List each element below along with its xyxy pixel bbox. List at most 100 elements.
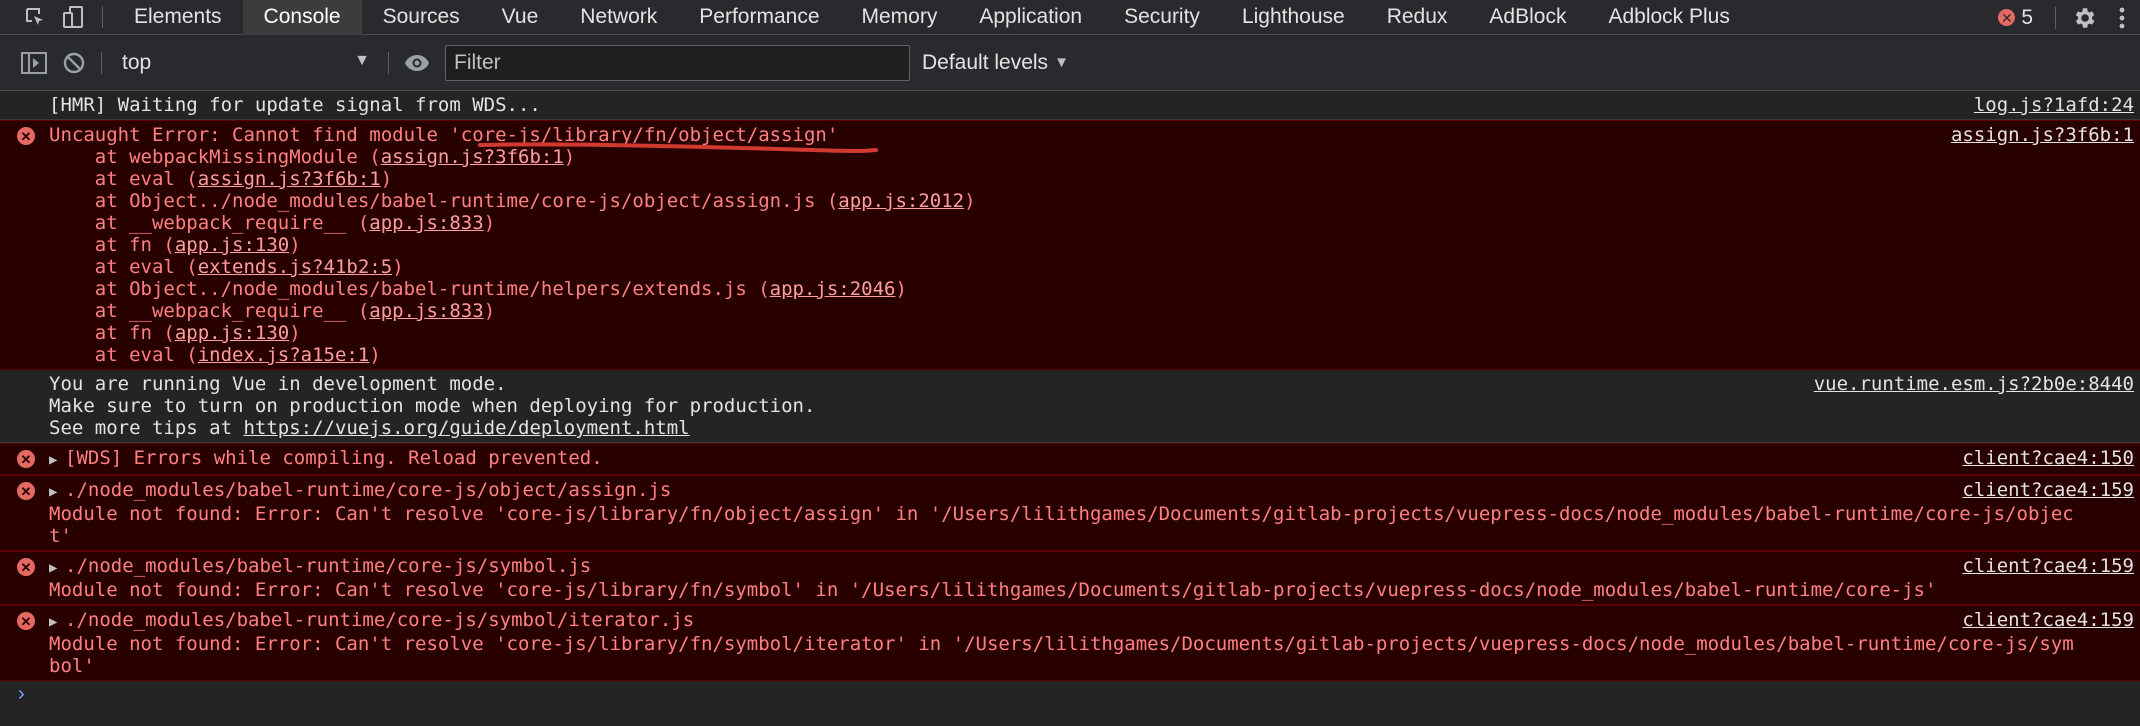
tabbar-right: ✕ 5 — [1984, 0, 2140, 35]
message-line: ▶ [WDS] Errors while compiling. Reload pr… — [49, 447, 2122, 471]
stack-frame-text: ) — [289, 234, 301, 256]
message-text: See more tips at — [49, 417, 244, 439]
stack-frame-text: at Object../node_modules/babel-runtime/h… — [49, 278, 770, 300]
stack-frame-link[interactable]: extends.js?41b2:5 — [198, 256, 392, 278]
stack-frame-link[interactable]: app.js:833 — [369, 212, 483, 234]
stack-frame-link[interactable]: app.js:833 — [369, 300, 483, 322]
message-line: You are running Vue in development mode. — [49, 373, 507, 395]
source-link[interactable]: client?cae4:159 — [1962, 609, 2134, 631]
error-message-text: Uncaught Error: Cannot find module 'core… — [49, 124, 839, 146]
stack-frame-text: ) — [369, 344, 381, 366]
tab-application[interactable]: Application — [958, 0, 1103, 35]
toggle-sidebar-icon[interactable] — [19, 45, 49, 80]
stack-frame-link[interactable]: app.js:2046 — [770, 278, 896, 300]
tab-adblock-plus[interactable]: Adblock Plus — [1587, 0, 1750, 35]
stack-frame-text: at fn ( — [49, 322, 175, 344]
tab-lighthouse[interactable]: Lighthouse — [1221, 0, 1366, 35]
inspect-element-icon[interactable] — [20, 0, 50, 35]
stack-frame-text: at eval ( — [49, 168, 198, 190]
clear-console-icon[interactable] — [59, 45, 89, 80]
filter-input[interactable] — [445, 44, 910, 81]
message-body: Module not found: Error: Can't resolve '… — [49, 503, 2074, 547]
stack-frame-link[interactable]: index.js?a15e:1 — [198, 344, 370, 366]
expand-caret-icon[interactable]: ▶ — [49, 611, 65, 633]
tab-performance[interactable]: Performance — [678, 0, 840, 35]
log-levels-label: Default levels — [922, 50, 1049, 74]
message-text: [WDS] Errors while compiling. Reload pre… — [65, 447, 603, 469]
source-link[interactable]: client?cae4:150 — [1962, 447, 2134, 469]
console-message-error[interactable]: ✕ ▶ ./node_modules/babel-runtime/core-js/… — [0, 551, 2140, 605]
stack-frame-link[interactable]: app.js:2012 — [838, 190, 964, 212]
stack-frame-link[interactable]: app.js:130 — [175, 234, 289, 256]
tab-network[interactable]: Network — [559, 0, 678, 35]
message-line: See more tips at https://vuejs.org/guide… — [49, 417, 2122, 439]
execution-context-select[interactable]: top ▼ — [110, 43, 380, 83]
tab-vue[interactable]: Vue — [481, 0, 560, 35]
tab-elements[interactable]: Elements — [113, 0, 243, 35]
stack-frame: at eval (assign.js?3f6b:1) — [49, 168, 2122, 190]
source-link[interactable]: assign.js?3f6b:1 — [1951, 124, 2134, 146]
tab-redux[interactable]: Redux — [1366, 0, 1469, 35]
console-message-error[interactable]: ✕ ▶ ./node_modules/babel-runtime/core-js/… — [0, 475, 2140, 551]
stack-frame-text: ) — [289, 322, 301, 344]
stack-frame-text: ) — [895, 278, 907, 300]
console-output: [HMR] Waiting for update signal from WDS… — [0, 91, 2140, 726]
source-link[interactable]: vue.runtime.esm.js?2b0e:8440 — [1814, 373, 2134, 395]
stack-frame: at eval (extends.js?41b2:5) — [49, 256, 2122, 278]
stack-frame-link[interactable]: app.js:130 — [175, 322, 289, 344]
console-message-info: You are running Vue in development mode.… — [0, 370, 2140, 443]
toolbar-divider — [388, 51, 389, 74]
stack-frame: at webpackMissingModule (assign.js?3f6b:… — [49, 146, 2122, 168]
source-link[interactable]: log.js?1afd:24 — [1974, 94, 2134, 116]
stack-frame: at Object../node_modules/babel-runtime/c… — [49, 190, 2122, 212]
log-levels-dropdown[interactable]: Default levels ▼ — [922, 51, 1069, 75]
error-icon: ✕ — [17, 127, 35, 145]
tabbar-right-divider — [2055, 6, 2056, 29]
stack-frame-text: at eval ( — [49, 256, 198, 278]
toolbar-divider — [101, 51, 102, 74]
message-line: ▶ ./node_modules/babel-runtime/core-js/ob… — [49, 479, 2122, 503]
message-text: ./node_modules/babel-runtime/core-js/sym… — [65, 609, 695, 631]
error-icon: ✕ — [1998, 9, 2016, 26]
settings-gear-icon[interactable] — [2064, 0, 2104, 35]
source-link[interactable]: client?cae4:159 — [1962, 555, 2134, 577]
stack-frame-text: at fn ( — [49, 234, 175, 256]
expand-caret-icon[interactable]: ▶ — [49, 449, 65, 471]
stack-frame-text: ) — [964, 190, 976, 212]
prompt-chevron-icon: › — [18, 683, 25, 705]
expand-caret-icon[interactable]: ▶ — [49, 557, 65, 579]
message-body: Module not found: Error: Can't resolve '… — [49, 633, 2074, 677]
error-count: 5 — [2021, 5, 2033, 29]
console-message-error[interactable]: ✕ ▶ [WDS] Errors while compiling. Reload … — [0, 443, 2140, 475]
message-line: Make sure to turn on production mode whe… — [49, 395, 816, 417]
stack-frame: at eval (index.js?a15e:1) — [49, 344, 2122, 366]
tab-memory[interactable]: Memory — [841, 0, 959, 35]
stack-frame: at Object../node_modules/babel-runtime/h… — [49, 278, 2122, 300]
error-icon: ✕ — [17, 482, 35, 500]
error-icon: ✕ — [17, 612, 35, 630]
stack-frame: at __webpack_require__ (app.js:833) — [49, 212, 2122, 234]
console-toolbar: top ▼ Default levels ▼ — [0, 35, 2140, 91]
console-message-error[interactable]: ✕ ▶ ./node_modules/babel-runtime/core-js/… — [0, 605, 2140, 681]
tab-adblock[interactable]: AdBlock — [1468, 0, 1587, 35]
stack-frame-text: at eval ( — [49, 344, 198, 366]
source-link[interactable]: client?cae4:159 — [1962, 479, 2134, 501]
error-counter[interactable]: ✕ 5 — [1984, 6, 2047, 30]
stack-frame: at fn (app.js:130) — [49, 322, 2122, 344]
tab-console[interactable]: Console — [242, 0, 362, 35]
stack-frame-link[interactable]: assign.js?3f6b:1 — [198, 168, 381, 190]
stack-frame-text: at __webpack_require__ ( — [49, 212, 370, 234]
docs-link[interactable]: https://vuejs.org/guide/deployment.html — [243, 417, 689, 439]
message-text: ./node_modules/babel-runtime/core-js/sym… — [65, 555, 592, 577]
tab-security[interactable]: Security — [1103, 0, 1221, 35]
tab-sources[interactable]: Sources — [362, 0, 481, 35]
console-prompt-row[interactable]: › — [0, 681, 2140, 707]
live-expression-eye-icon[interactable] — [397, 45, 437, 80]
device-toolbar-icon[interactable] — [58, 0, 88, 35]
console-message-log: [HMR] Waiting for update signal from WDS… — [0, 91, 2140, 120]
red-underline-annotation — [478, 142, 878, 153]
chevron-down-icon: ▼ — [1054, 54, 1069, 71]
tabbar-divider — [102, 6, 103, 28]
more-options-icon[interactable] — [2104, 0, 2140, 35]
expand-caret-icon[interactable]: ▶ — [49, 481, 65, 503]
